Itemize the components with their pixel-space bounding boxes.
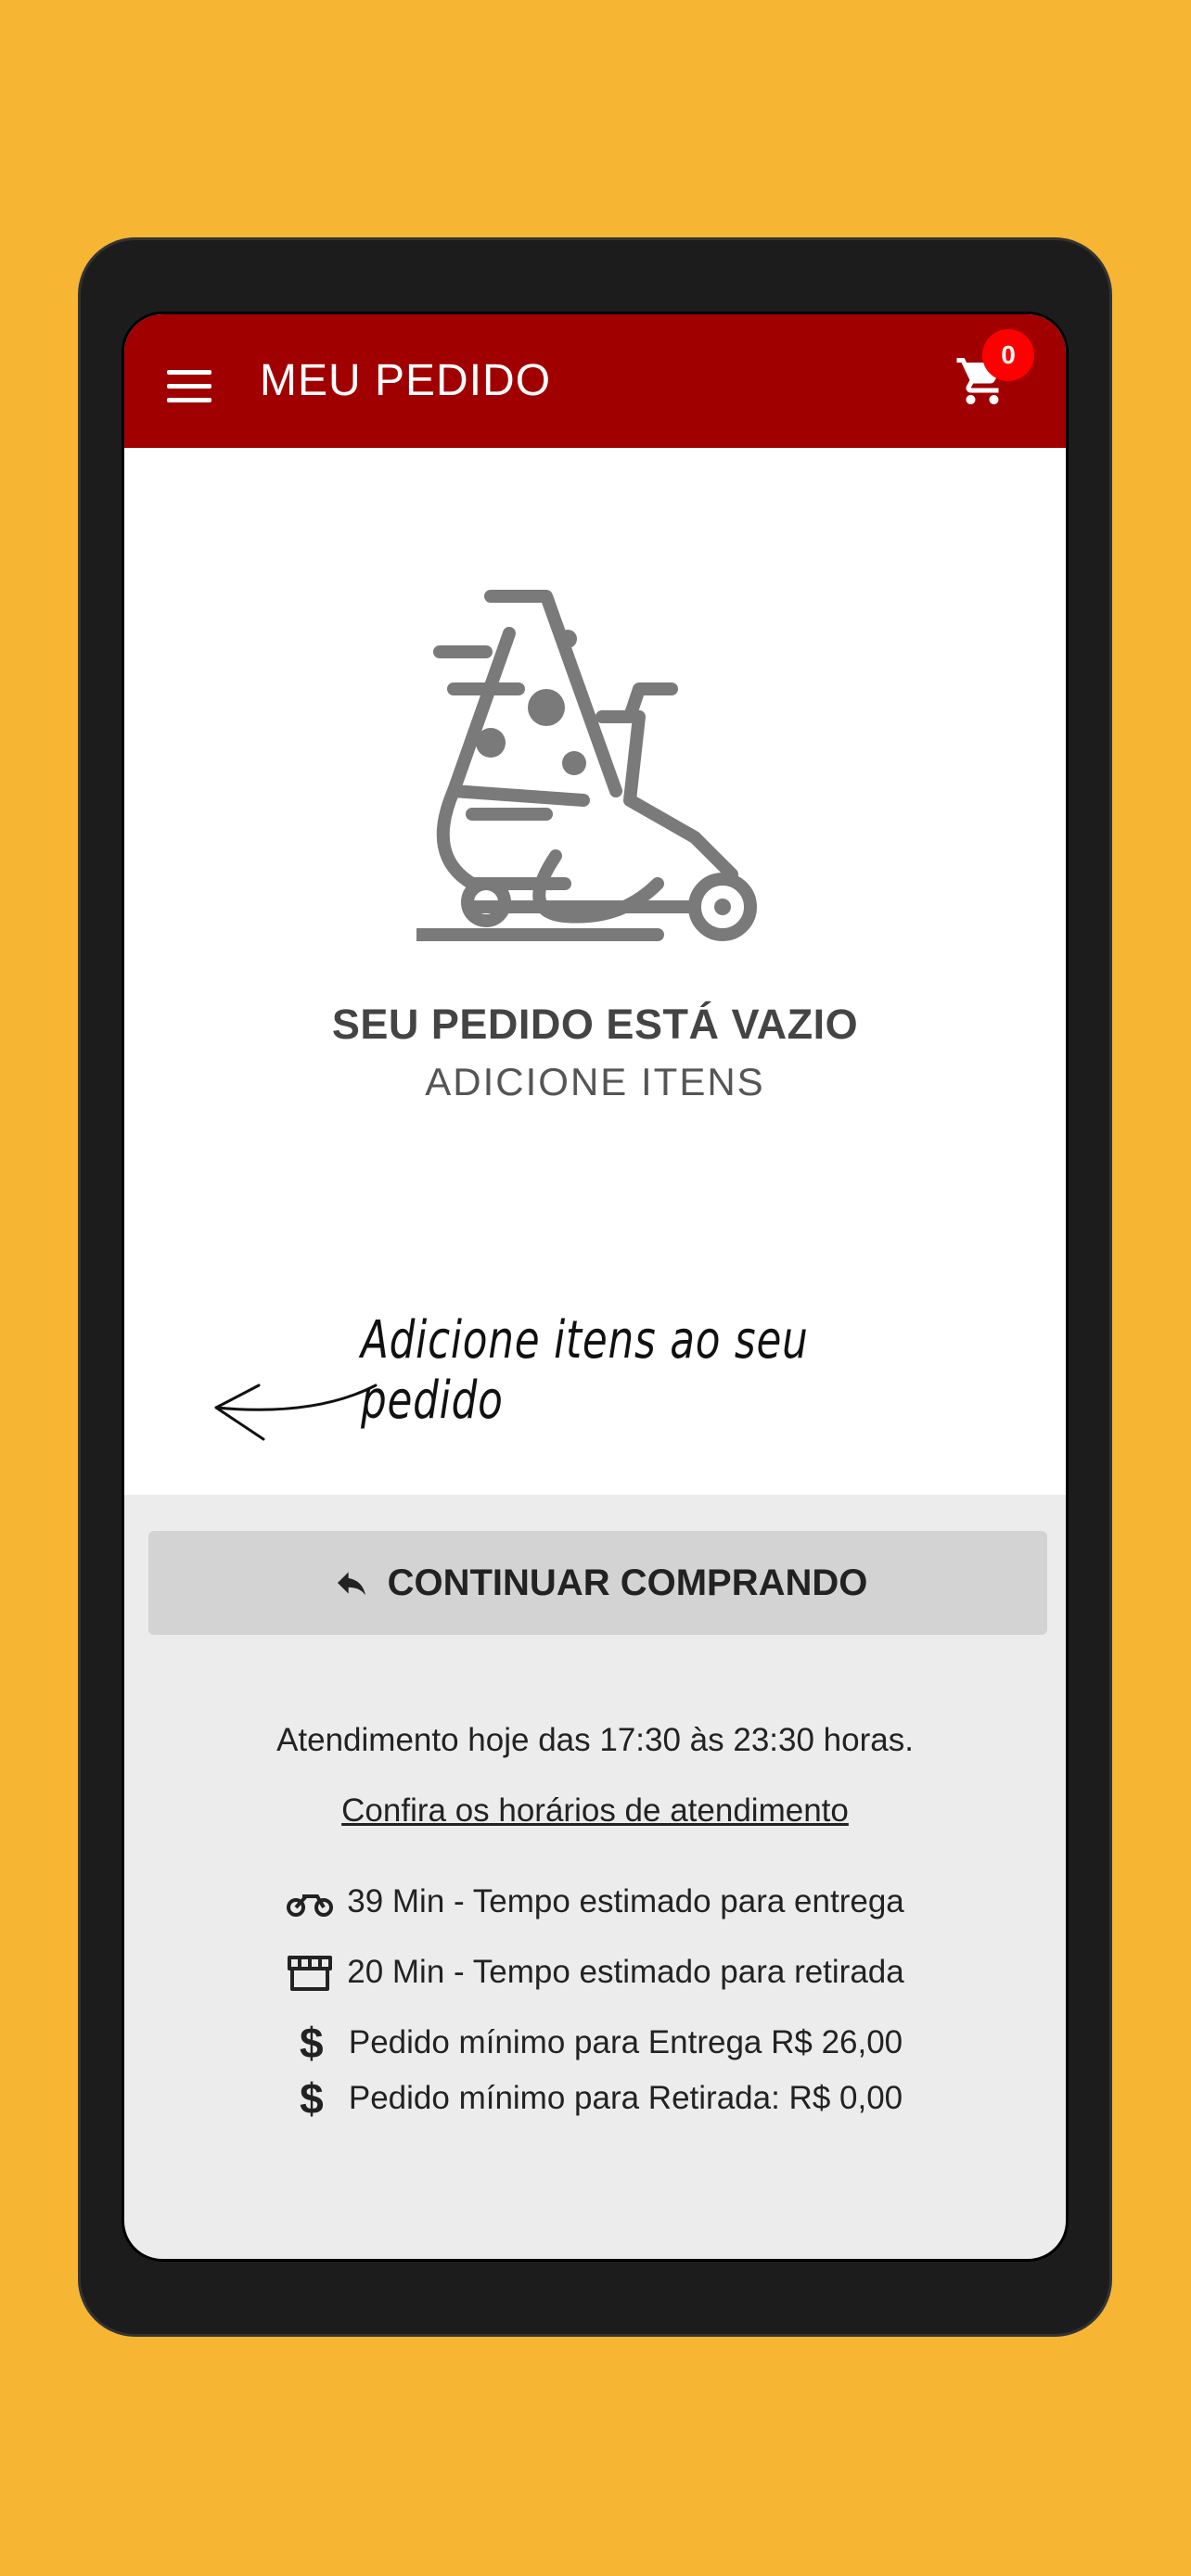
opening-hours-text: Atendimento hoje das 17:30 às 23:30 hora… — [276, 1722, 914, 1758]
store-icon — [288, 1956, 333, 1991]
continue-shopping-button[interactable]: CONTINUAR COMPRANDO — [148, 1531, 1047, 1635]
hamburger-icon[interactable] — [167, 370, 211, 403]
opening-hours-link[interactable]: Confira os horários de atendimento — [124, 1792, 1066, 1830]
motorcycle-icon — [287, 1894, 334, 1917]
dollar-icon: $ — [300, 2074, 324, 2123]
delivery-time-text: 39 Min - Tempo estimado para entrega — [347, 1883, 904, 1919]
app-screen: MEU PEDIDO 0 SEU PEDIDO ESTÁ VAZIO ADICI… — [122, 312, 1069, 2262]
add-items-hint: Adicione itens ao seu pedido — [361, 1310, 809, 1431]
cart-count-badge: 0 — [982, 329, 1034, 381]
dollar-icon: $ — [300, 2019, 324, 2067]
empty-cart-title: SEU PEDIDO ESTÁ VAZIO — [331, 1001, 859, 1048]
empty-cart-panel: SEU PEDIDO ESTÁ VAZIO ADICIONE ITENS Adi… — [124, 448, 1066, 1495]
min-delivery-row: $ Pedido mínimo para Entrega R$ 26,00 — [124, 2019, 1066, 2067]
min-delivery-text: Pedido mínimo para Entrega R$ 26,00 — [348, 2024, 903, 2060]
min-pickup-text: Pedido mínimo para Retirada: R$ 0,00 — [348, 2080, 903, 2116]
delivery-time-row: 39 Min - Tempo estimado para entrega — [124, 1881, 1066, 1922]
empty-cart-subtitle: ADICIONE ITENS — [425, 1060, 765, 1103]
reply-arrow-icon — [337, 1572, 365, 1596]
pizza-delivery-scooter-icon — [416, 590, 757, 941]
continue-shopping-label: CONTINUAR COMPRANDO — [387, 1562, 868, 1603]
app-bar: MEU PEDIDO 0 — [124, 314, 1066, 448]
page-title: MEU PEDIDO — [260, 356, 552, 405]
min-pickup-row: $ Pedido mínimo para Retirada: R$ 0,00 — [124, 2074, 1066, 2123]
pickup-time-text: 20 Min - Tempo estimado para retirada — [347, 1954, 904, 1990]
pickup-time-row: 20 Min - Tempo estimado para retirada — [124, 1952, 1066, 1993]
hint-arrow-icon — [214, 1384, 378, 1441]
